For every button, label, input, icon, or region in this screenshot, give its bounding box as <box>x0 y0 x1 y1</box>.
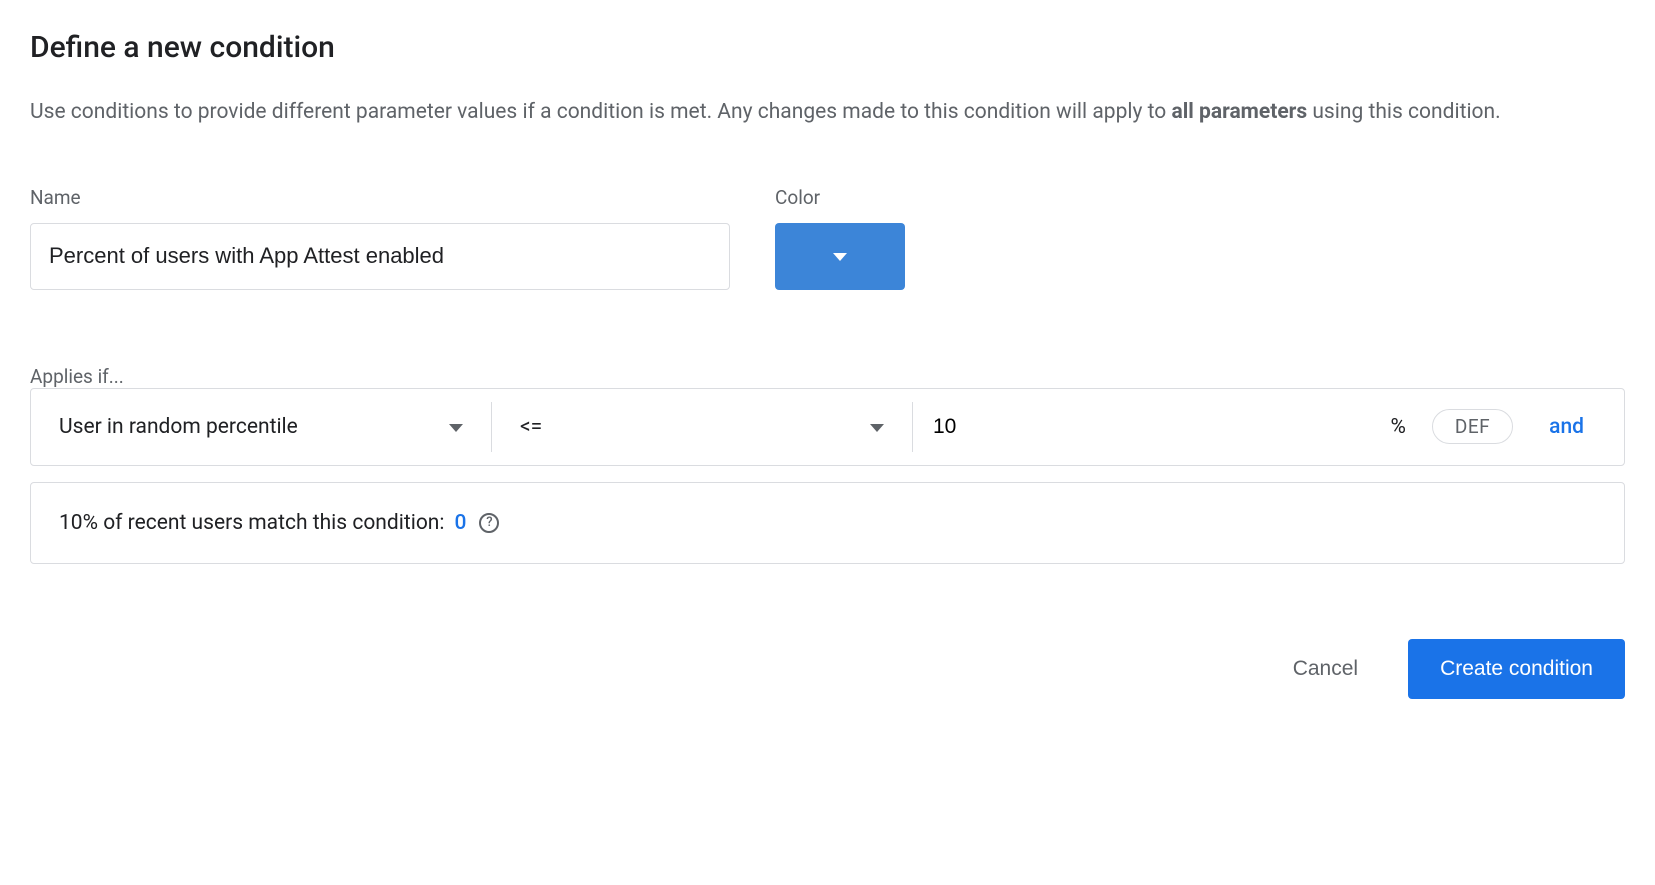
name-group: Name <box>30 186 730 290</box>
chevron-down-icon <box>870 417 884 436</box>
chevron-down-icon <box>449 417 463 436</box>
page-title: Define a new condition <box>30 30 1625 65</box>
color-select[interactable] <box>775 223 905 290</box>
match-text: 10% of recent users match this condition… <box>59 511 444 535</box>
condition-type-select[interactable]: User in random percentile <box>31 389 491 465</box>
color-label: Color <box>775 186 905 209</box>
color-group: Color <box>775 186 905 290</box>
name-input[interactable] <box>30 223 730 290</box>
condition-type-text: User in random percentile <box>59 415 298 439</box>
create-condition-button[interactable]: Create condition <box>1408 639 1625 699</box>
and-link[interactable]: and <box>1549 415 1624 439</box>
name-label: Name <box>30 186 730 209</box>
condition-row: User in random percentile <= % DEF and <box>30 388 1625 466</box>
description-bold: all parameters <box>1171 100 1307 124</box>
percent-unit: % <box>1390 415 1431 439</box>
description-text: Use conditions to provide different para… <box>30 95 1625 131</box>
description-pre: Use conditions to provide different para… <box>30 100 1171 124</box>
chevron-down-icon <box>833 249 847 264</box>
def-chip[interactable]: DEF <box>1432 409 1513 444</box>
cancel-button[interactable]: Cancel <box>1283 643 1368 695</box>
percentile-value-input[interactable] <box>913 389 1390 465</box>
help-icon[interactable]: ? <box>479 513 499 533</box>
operator-select[interactable]: <= <box>492 389 912 465</box>
description-post: using this condition. <box>1307 100 1501 124</box>
match-count: 0 <box>454 511 466 535</box>
footer-actions: Cancel Create condition <box>30 639 1625 699</box>
match-box: 10% of recent users match this condition… <box>30 482 1625 564</box>
applies-label: Applies if... <box>30 365 124 388</box>
name-color-row: Name Color <box>30 186 1625 290</box>
operator-text: <= <box>520 415 542 439</box>
